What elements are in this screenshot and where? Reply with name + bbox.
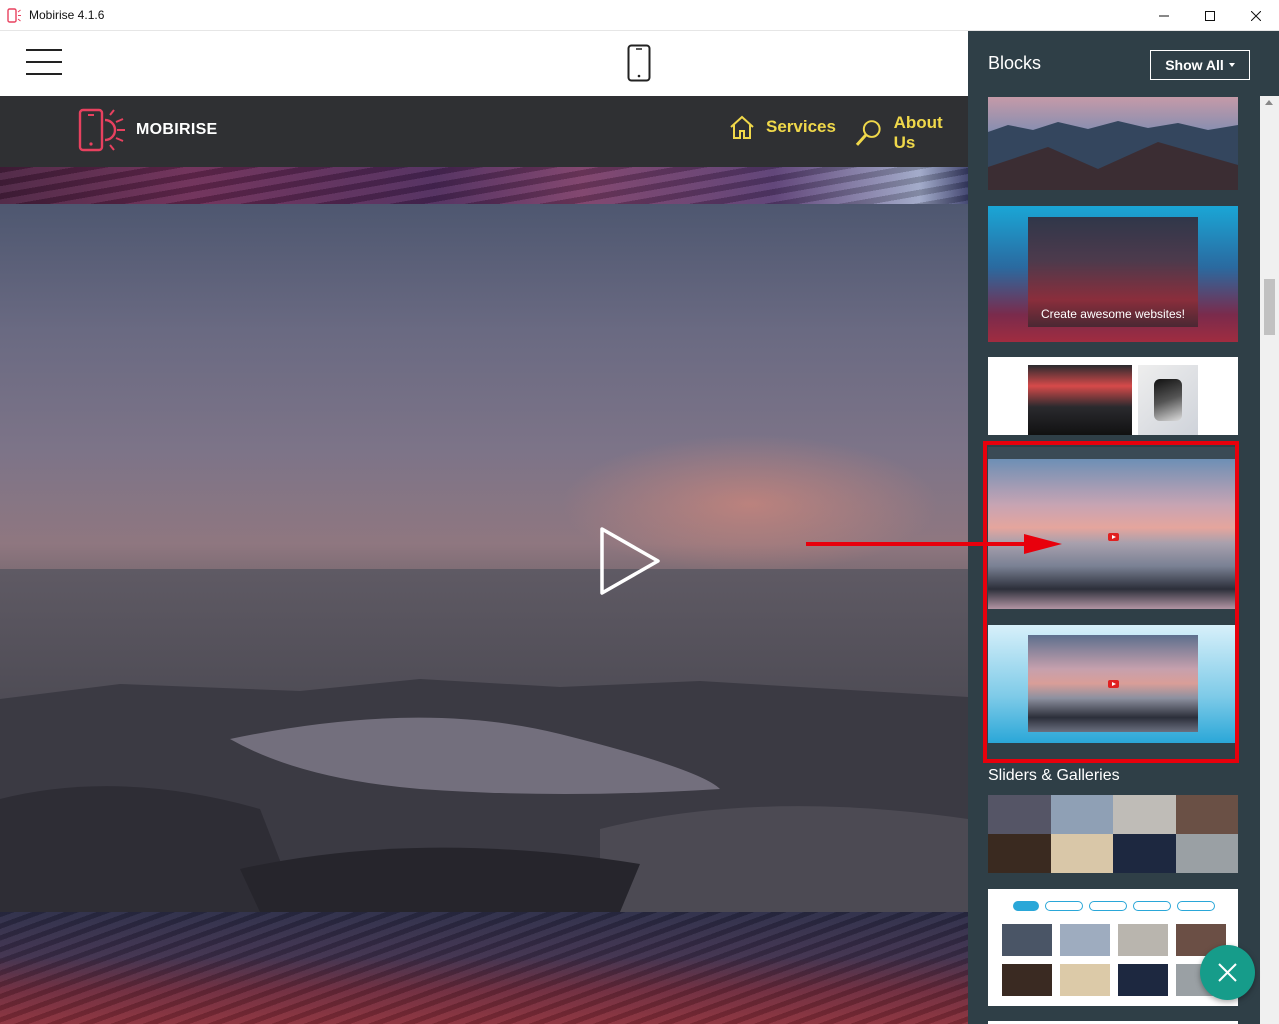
mountain-footer-strip [0, 912, 968, 1024]
filter-pill [1089, 901, 1127, 911]
mountain-banner-strip [0, 167, 968, 204]
nav-link-label: About Us [893, 113, 943, 152]
minimize-icon [1159, 15, 1169, 16]
hamburger-menu-icon[interactable] [26, 49, 62, 77]
play-icon[interactable] [598, 525, 662, 597]
panel-title: Blocks [988, 53, 1042, 73]
editor-toolbar [0, 31, 968, 96]
logo-preview-image [1138, 365, 1198, 435]
highlight-box [983, 441, 1239, 763]
brand[interactable]: MOBIRISE [78, 108, 218, 152]
filter-pills [1013, 901, 1215, 911]
filter-pill [1045, 901, 1083, 911]
nav-link-services[interactable]: Services [728, 113, 836, 141]
nav-link-about-us[interactable]: About Us [854, 113, 968, 153]
window-title-bar: Mobirise 4.1.6 [0, 0, 1279, 31]
filter-pill [1013, 901, 1039, 911]
block-thumbnail-features[interactable] [988, 357, 1238, 435]
desk-preview-image [1028, 365, 1132, 435]
close-button[interactable] [1233, 0, 1279, 31]
show-all-button[interactable]: Show All [1150, 50, 1250, 80]
close-icon [1251, 10, 1261, 21]
rocks-foreground [0, 679, 968, 912]
show-all-label: Show All [1165, 57, 1224, 73]
scroll-up-icon[interactable] [1265, 100, 1273, 105]
minimize-button[interactable] [1141, 0, 1187, 31]
maximize-button[interactable] [1187, 0, 1233, 31]
nav-link-label: Services [766, 117, 836, 136]
gallery-preview-grid [1002, 924, 1226, 996]
site-navbar: MOBIRISE Services About Us [0, 96, 968, 167]
block-thumbnail-header[interactable]: Create awesome websites! [988, 206, 1238, 342]
home-icon [730, 115, 754, 139]
app-icon [7, 8, 21, 23]
brand-name: MOBIRISE [136, 121, 218, 138]
mobile-phone-icon[interactable] [627, 44, 651, 82]
scrollbar-thumb[interactable] [1264, 279, 1275, 335]
window-title: Mobirise 4.1.6 [29, 8, 105, 22]
floating-close-button[interactable] [1200, 945, 1255, 1000]
mountain-image [988, 121, 1238, 190]
chevron-down-icon [1228, 63, 1235, 67]
maximize-icon [1205, 10, 1215, 21]
block-thumbnail-mountains[interactable] [988, 97, 1238, 190]
filter-pill [1177, 901, 1215, 911]
filter-pill [1133, 901, 1171, 911]
panel-scrollbar[interactable] [1260, 96, 1279, 1024]
mobirise-logo-icon [78, 108, 125, 152]
block-thumbnail-gallery-filter[interactable] [988, 889, 1238, 1006]
thumbnail-caption: Create awesome websites! [1040, 307, 1186, 321]
section-heading: Sliders & Galleries [988, 767, 1120, 784]
close-icon [1218, 963, 1237, 982]
arrow-icon [806, 534, 1062, 554]
block-thumbnail-gallery-grid[interactable] [988, 795, 1238, 873]
video-hero-section[interactable] [0, 204, 968, 912]
search-icon [855, 120, 881, 146]
